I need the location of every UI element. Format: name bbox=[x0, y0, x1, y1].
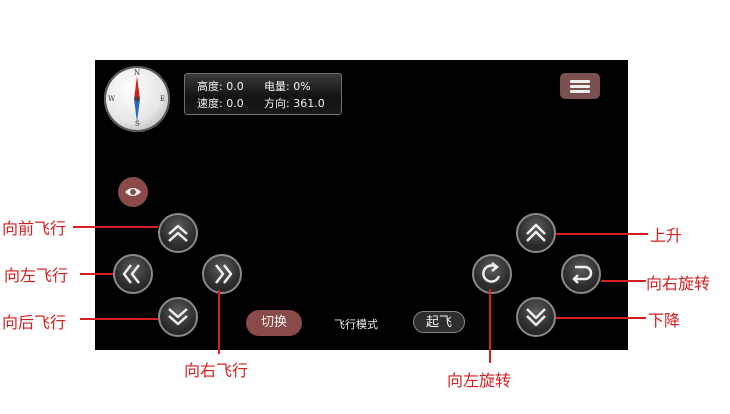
rotate-right-button[interactable] bbox=[561, 254, 601, 294]
annotation-left: 向左飞行 bbox=[4, 266, 69, 285]
chevron-left-icon bbox=[122, 264, 140, 284]
compass-north-label: N bbox=[134, 69, 141, 77]
menu-icon-bar bbox=[570, 90, 590, 93]
annotation-rotate-right: 向右旋转 bbox=[646, 274, 711, 293]
menu-button[interactable] bbox=[560, 73, 600, 99]
annotation-rotate-left: 向左旋转 bbox=[447, 371, 512, 390]
double-chevron-up-icon bbox=[526, 223, 546, 242]
menu-icon-bar bbox=[570, 85, 590, 88]
annotation-rotate-right-line bbox=[601, 280, 646, 282]
switch-button[interactable]: 切换 bbox=[246, 310, 302, 336]
compass-icon: N E S W bbox=[104, 66, 170, 132]
battery-readout: 电量: 0% bbox=[264, 80, 311, 93]
ascend-button[interactable] bbox=[516, 213, 556, 253]
right-button[interactable] bbox=[202, 254, 242, 294]
forward-button[interactable] bbox=[158, 213, 198, 253]
rotate-right-icon bbox=[572, 265, 593, 284]
double-chevron-down-icon bbox=[526, 308, 546, 327]
compass-south-label: S bbox=[135, 120, 140, 128]
annotation-down-line bbox=[556, 317, 646, 319]
compass-west-label: W bbox=[108, 95, 116, 103]
backward-button[interactable] bbox=[158, 297, 198, 337]
eye-icon bbox=[125, 188, 141, 196]
speed-readout: 速度: 0.0 bbox=[197, 97, 244, 110]
annotation-right-line bbox=[218, 290, 220, 354]
view-toggle-button[interactable] bbox=[118, 177, 148, 207]
annotation-up: 上升 bbox=[650, 226, 683, 245]
annotation-forward-line bbox=[73, 226, 158, 228]
chevron-right-icon bbox=[215, 264, 233, 284]
left-button[interactable] bbox=[113, 254, 153, 294]
annotation-right: 向右飞行 bbox=[184, 361, 249, 380]
chevron-up-icon bbox=[168, 224, 188, 242]
rotate-left-button[interactable] bbox=[472, 254, 512, 294]
annotation-backward-line bbox=[80, 318, 158, 320]
annotation-forward: 向前飞行 bbox=[2, 219, 67, 238]
rotate-left-icon bbox=[482, 262, 501, 283]
annotation-up-line bbox=[556, 233, 648, 235]
annotation-left-line bbox=[80, 273, 113, 275]
flight-mode-label: 飞行模式 bbox=[334, 318, 378, 331]
chevron-down-icon bbox=[168, 308, 188, 326]
status-panel: 高度: 0.0 电量: 0% 速度: 0.0 方向: 361.0 bbox=[184, 73, 342, 115]
altitude-readout: 高度: 0.0 bbox=[197, 80, 244, 93]
compass-east-label: E bbox=[160, 95, 166, 103]
annotation-backward: 向后飞行 bbox=[2, 313, 67, 332]
descend-button[interactable] bbox=[516, 297, 556, 337]
menu-icon bbox=[570, 80, 590, 83]
annotation-rotate-left-line bbox=[489, 289, 491, 363]
annotation-down: 下降 bbox=[648, 311, 681, 330]
takeoff-button[interactable]: 起飞 bbox=[413, 311, 465, 333]
heading-readout: 方向: 361.0 bbox=[264, 97, 325, 110]
